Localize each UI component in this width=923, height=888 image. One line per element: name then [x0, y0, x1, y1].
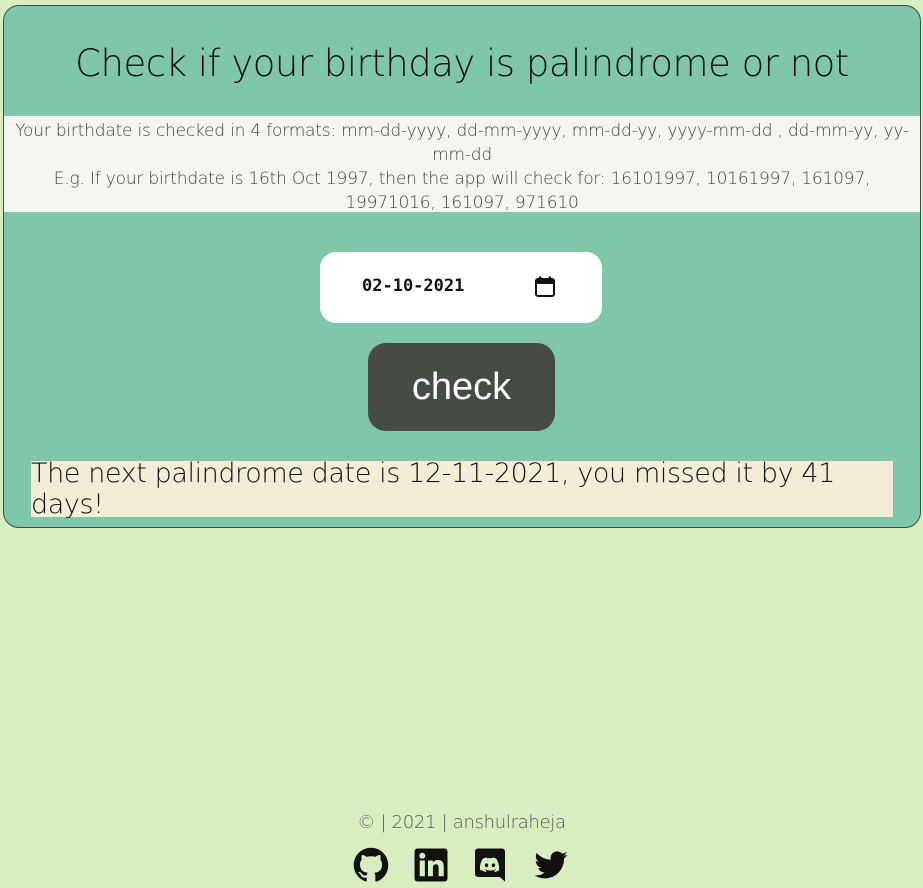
example-info-line: E.g. If your birthdate is 16th Oct 1997,… [53, 169, 871, 213]
calendar-icon[interactable] [533, 275, 557, 299]
birthdate-value[interactable]: 02-10-2021 [362, 276, 464, 296]
birthdate-input[interactable]: 02-10-2021 [320, 252, 602, 323]
footer-copyright: © | 2021 | anshulraheja [357, 812, 566, 833]
github-icon[interactable] [353, 846, 389, 884]
main-card: Check if your birthday is palindrome or … [3, 5, 921, 528]
page-title: Check if your birthday is palindrome or … [75, 42, 849, 85]
check-button[interactable]: check [368, 343, 555, 431]
format-info-line: Your birthdate is checked in 4 formats: … [15, 121, 909, 165]
result-message: The next palindrome date is 12-11-2021, … [31, 458, 893, 520]
discord-icon[interactable] [472, 846, 508, 884]
linkedin-icon[interactable] [413, 846, 449, 884]
twitter-icon[interactable] [533, 846, 569, 884]
format-info: Your birthdate is checked in 4 formats: … [4, 116, 920, 213]
